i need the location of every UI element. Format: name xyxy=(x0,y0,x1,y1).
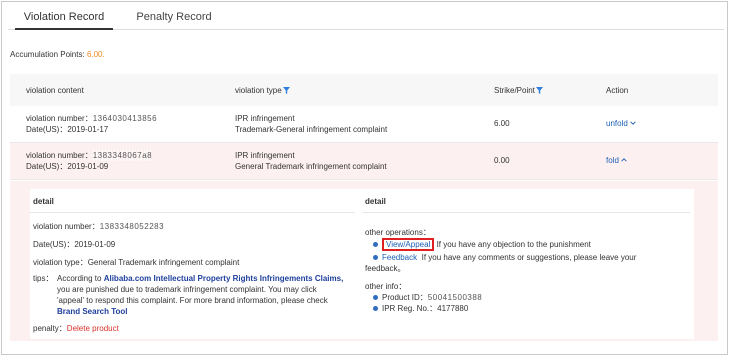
strike-points: 0.00 xyxy=(494,156,510,165)
header-violation-type: violation type xyxy=(235,86,290,95)
view-appeal-desc: If you have any objection to the punishm… xyxy=(436,240,591,249)
violation-number-label: violation number： xyxy=(26,151,93,160)
violation-date: Date(US)：2019-01-09 xyxy=(26,162,109,171)
view-appeal-link[interactable]: View/Appeal xyxy=(382,238,435,251)
detail-violation-type: violation type：General Trademark infring… xyxy=(33,258,240,267)
detail-number-label: violation number： xyxy=(33,222,100,231)
divider xyxy=(362,212,690,213)
detail-date: Date(US)：2019-01-09 xyxy=(33,240,116,249)
bullet-icon xyxy=(373,306,378,311)
unfold-label: unfold xyxy=(606,119,628,128)
violation-number-label: violation number： xyxy=(26,114,93,123)
filter-icon[interactable] xyxy=(535,87,543,94)
violation-number: violation number：1364030413856 xyxy=(26,113,158,124)
table-row: violation number：1364030413856 Date(US)：… xyxy=(10,106,718,143)
header-strike-point-label: Strike/Point xyxy=(494,86,535,95)
ipr-claims-link[interactable]: Alibaba.com Intellectual Property Rights… xyxy=(104,274,344,283)
feedback-link[interactable]: Feedback xyxy=(382,253,417,262)
header-violation-type-label: violation type xyxy=(235,86,282,95)
bullet-icon xyxy=(373,242,378,247)
expanded-detail-area: detail violation number：1383348052283 Da… xyxy=(10,181,718,341)
violation-type-line2: General Trademark infringement complaint xyxy=(235,162,387,171)
fold-button[interactable]: fold xyxy=(606,155,627,166)
violation-date: Date(US)：2019-01-17 xyxy=(26,125,109,134)
tips-line3: 'appeal' to respond this complaint. For … xyxy=(57,296,328,305)
main-frame: Violation Record Penalty Record Accumula… xyxy=(1,1,728,355)
detail-left-title: detail xyxy=(33,197,54,206)
chevron-up-icon xyxy=(621,158,627,162)
tips-prefix: According to xyxy=(57,274,104,283)
ipr-reg-label: IPR Reg. No.： xyxy=(382,304,438,313)
tips-label: tips： xyxy=(33,274,54,283)
tips-line2: you are punished due to trademark infrin… xyxy=(57,285,317,294)
violation-type-line1: IPR infringement xyxy=(235,114,295,123)
penalty: penalty：Delete product xyxy=(33,323,119,334)
tab-violation-record[interactable]: Violation Record xyxy=(15,6,113,30)
filter-icon[interactable] xyxy=(282,87,290,94)
strike-points: 6.00 xyxy=(494,119,510,128)
accumulation-value: 6.00. xyxy=(86,50,105,59)
product-id-label: Product ID： xyxy=(382,293,428,302)
accumulation-label: Accumulation Points: xyxy=(10,50,87,59)
penalty-label: penalty： xyxy=(33,324,67,333)
header-violation-content: violation content xyxy=(26,86,84,95)
brand-search-tool-link[interactable]: Brand Search Tool xyxy=(57,306,128,317)
violation-type-line2: Trademark-General infringement complaint xyxy=(235,125,388,134)
detail-violation-number: violation number：1383348052283 xyxy=(33,221,165,232)
ipr-reg-item: IPR Reg. No.：4177880 xyxy=(373,303,468,314)
bullet-icon xyxy=(373,255,378,260)
view-appeal-item: View/Appeal If you have any objection to… xyxy=(373,238,591,251)
bullet-icon xyxy=(373,295,378,300)
feedback-desc-2: feedback。 xyxy=(365,264,406,273)
detail-right-title: detail xyxy=(365,197,386,206)
divider xyxy=(30,212,355,213)
other-operations-label: other operations： xyxy=(365,228,431,237)
ipr-reg-value: 4177880 xyxy=(437,304,469,313)
feedback-desc: If you have any comments or suggestions,… xyxy=(421,253,637,262)
violation-number-value: 1364030413856 xyxy=(92,113,158,124)
header-action: Action xyxy=(606,86,629,95)
brand-search-tool-label: Brand Search Tool xyxy=(57,307,128,316)
unfold-button[interactable]: unfold xyxy=(606,118,636,129)
feedback-item: Feedback If you have any comments or sug… xyxy=(373,252,636,263)
violation-number-value: 1383348067a8 xyxy=(92,150,153,161)
tab-penalty-record[interactable]: Penalty Record xyxy=(129,6,219,30)
violation-number: violation number：1383348067a8 xyxy=(26,150,153,161)
violation-type-line1: IPR infringement xyxy=(235,151,295,160)
accumulation-points: Accumulation Points: 6.00. xyxy=(10,50,105,59)
delete-product-link[interactable]: Delete product xyxy=(67,324,119,333)
other-info-label: other info： xyxy=(365,282,407,291)
tips-line1: According to Alibaba.com Intellectual Pr… xyxy=(57,273,343,284)
table-header: violation content violation type Strike/… xyxy=(10,74,718,107)
chevron-down-icon xyxy=(630,121,636,125)
product-id-value: 50041500388 xyxy=(427,292,483,303)
header-strike-point: Strike/Point xyxy=(494,86,543,95)
detail-card: detail violation number：1383348052283 Da… xyxy=(30,189,694,339)
fold-label: fold xyxy=(606,156,619,165)
product-id-item: Product ID：50041500388 xyxy=(373,292,483,303)
table-row: violation number：1383348067a8 Date(US)：2… xyxy=(10,143,718,180)
tab-bar: Violation Record Penalty Record xyxy=(8,6,724,30)
detail-number-value: 1383348052283 xyxy=(99,221,165,232)
